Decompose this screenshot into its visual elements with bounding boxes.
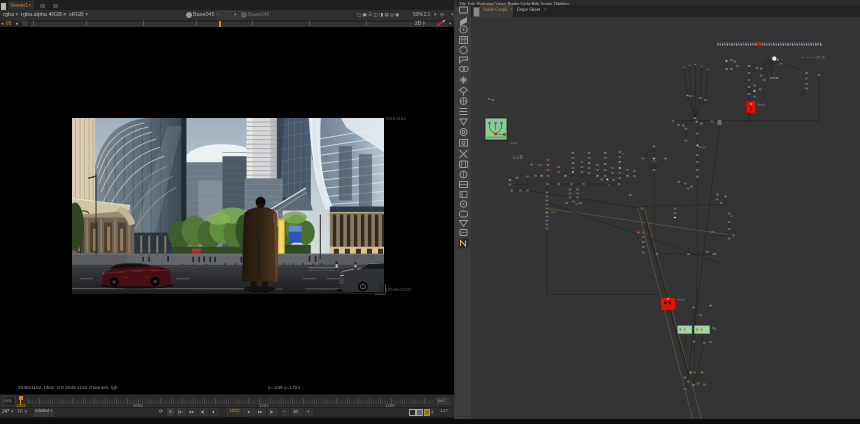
svg-text:Read1: Read1 (677, 298, 686, 302)
svg-text:cam: cam (537, 163, 543, 167)
svg-text:Merge: Merge (698, 145, 706, 149)
svg-text:Group: Group (509, 141, 517, 145)
svg-text:Gr: Gr (575, 202, 578, 206)
svg-text:Dot: Dot (712, 252, 717, 256)
svg-text:K: K (608, 183, 610, 187)
svg-text:T: T (622, 152, 624, 156)
svg-text:Read2: Read2 (757, 103, 766, 107)
svg-text:CC: CC (551, 210, 555, 214)
svg-text:Wr: Wr (683, 387, 687, 391)
svg-text:— — — 10 %: — — — 10 % (801, 56, 825, 60)
